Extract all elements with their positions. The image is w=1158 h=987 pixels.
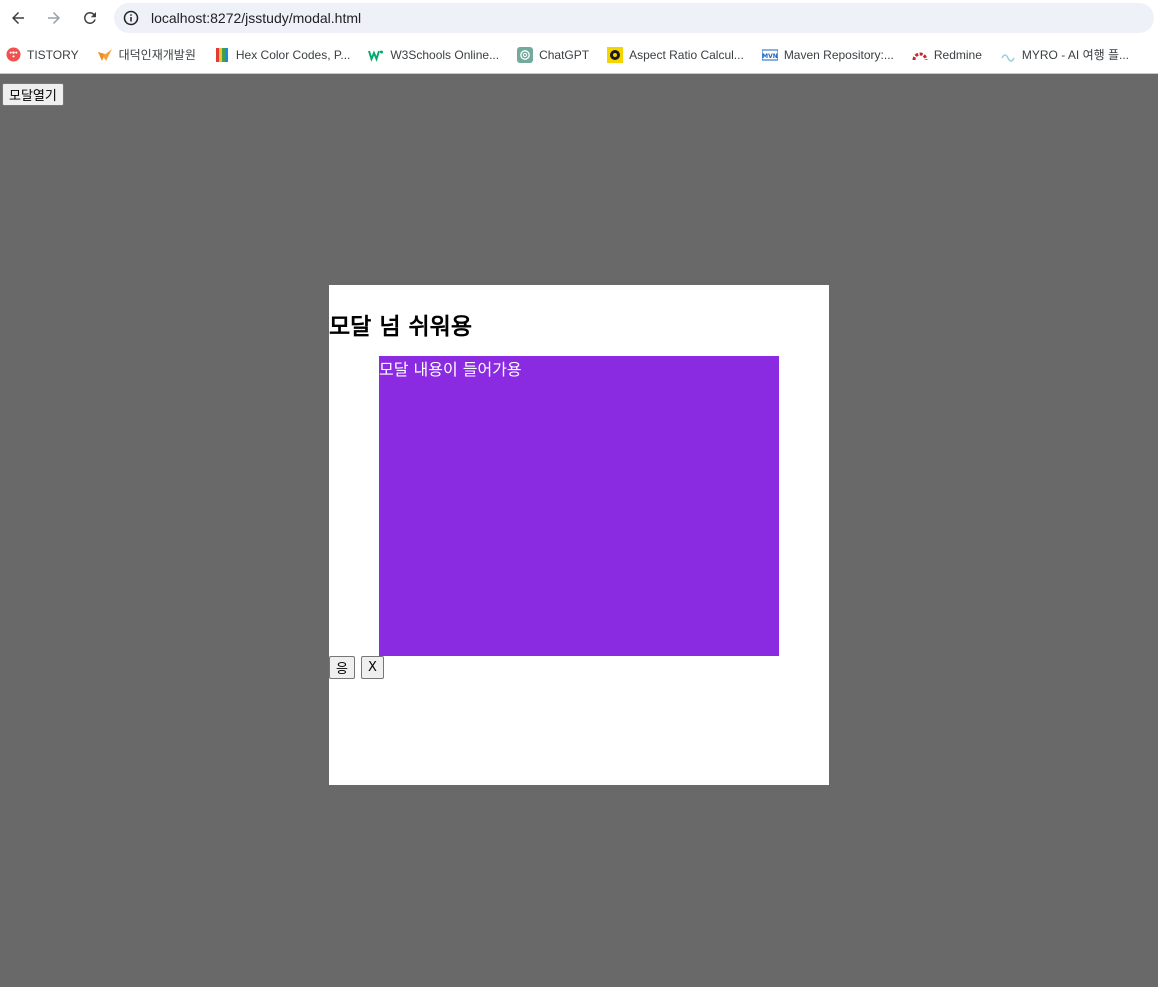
bookmark-label: Hex Color Codes, P... <box>235 47 351 62</box>
tistory-icon <box>5 47 21 63</box>
bookmark-chatgpt[interactable]: ChatGPT <box>517 46 590 63</box>
bookmark-hex-color[interactable]: Hex Color Codes, P... <box>214 47 351 63</box>
info-icon[interactable] <box>123 10 139 26</box>
close-button[interactable]: X <box>360 656 384 679</box>
bookmark-maven[interactable]: MVN Maven Repository:... <box>761 47 894 63</box>
redmine-icon <box>912 47 928 63</box>
browser-toolbar: localhost:8272/jsstudy/modal.html <box>0 0 1158 36</box>
arrow-left-icon <box>12 12 24 24</box>
maven-icon: MVN <box>761 47 778 63</box>
bookmark-w3schools[interactable]: W3Schools Online... <box>368 47 499 63</box>
aspect-ratio-icon <box>607 46 624 63</box>
bookmark-tistory[interactable]: TISTORY <box>5 47 79 63</box>
bookmark-redmine[interactable]: Redmine <box>912 47 982 63</box>
bookmark-label: ChatGPT <box>539 47 590 62</box>
chatgpt-icon <box>517 46 534 63</box>
modal-dialog: 모달 넘 쉬워용 모달 내용이 들어가용 응 X <box>329 285 829 785</box>
modal-buttons: 응 X <box>329 656 390 679</box>
bookmark-aspect-ratio[interactable]: Aspect Ratio Calcul... <box>607 46 744 63</box>
svg-text:MVN: MVN <box>762 53 778 60</box>
arrow-right-icon <box>48 12 60 24</box>
modal-title: 모달 넘 쉬워용 <box>329 314 472 340</box>
address-bar[interactable]: localhost:8272/jsstudy/modal.html <box>114 3 1154 33</box>
reload-button[interactable] <box>72 0 108 36</box>
modal-content: 모달 내용이 들어가용 <box>379 356 779 656</box>
bookmarks-bar: TISTORY 대덕인재개발원 Hex Color Codes, P... W3… <box>0 36 1158 74</box>
page-overlay: 모달열기 모달 넘 쉬워용 모달 내용이 들어가용 응 X <box>0 75 1158 987</box>
bookmark-label: Redmine <box>933 47 982 62</box>
confirm-button[interactable]: 응 <box>329 656 355 679</box>
w3schools-icon <box>368 47 384 63</box>
back-button[interactable] <box>0 0 36 36</box>
bookmark-label: MYRO - AI 여행 플... <box>1021 48 1130 62</box>
bookmark-label: Maven Repository:... <box>783 47 894 62</box>
bookmark-myro[interactable]: MYRO - AI 여행 플... <box>1000 46 1129 63</box>
reload-icon <box>84 11 96 24</box>
url-text[interactable]: localhost:8272/jsstudy/modal.html <box>151 10 361 26</box>
bookmark-label: 대덕인재개발원 <box>118 48 196 62</box>
bookmark-label: W3Schools Online... <box>390 47 500 62</box>
forward-button[interactable] <box>36 0 72 36</box>
bookmark-ddit[interactable]: 대덕인재개발원 <box>97 46 196 63</box>
bookmark-label: Aspect Ratio Calcul... <box>629 47 744 62</box>
bookmark-label: TISTORY <box>27 47 79 62</box>
color-book-icon <box>214 47 230 63</box>
open-modal-button[interactable]: 모달열기 <box>2 83 64 106</box>
myro-icon <box>1000 47 1016 63</box>
ddit-icon <box>97 47 113 63</box>
